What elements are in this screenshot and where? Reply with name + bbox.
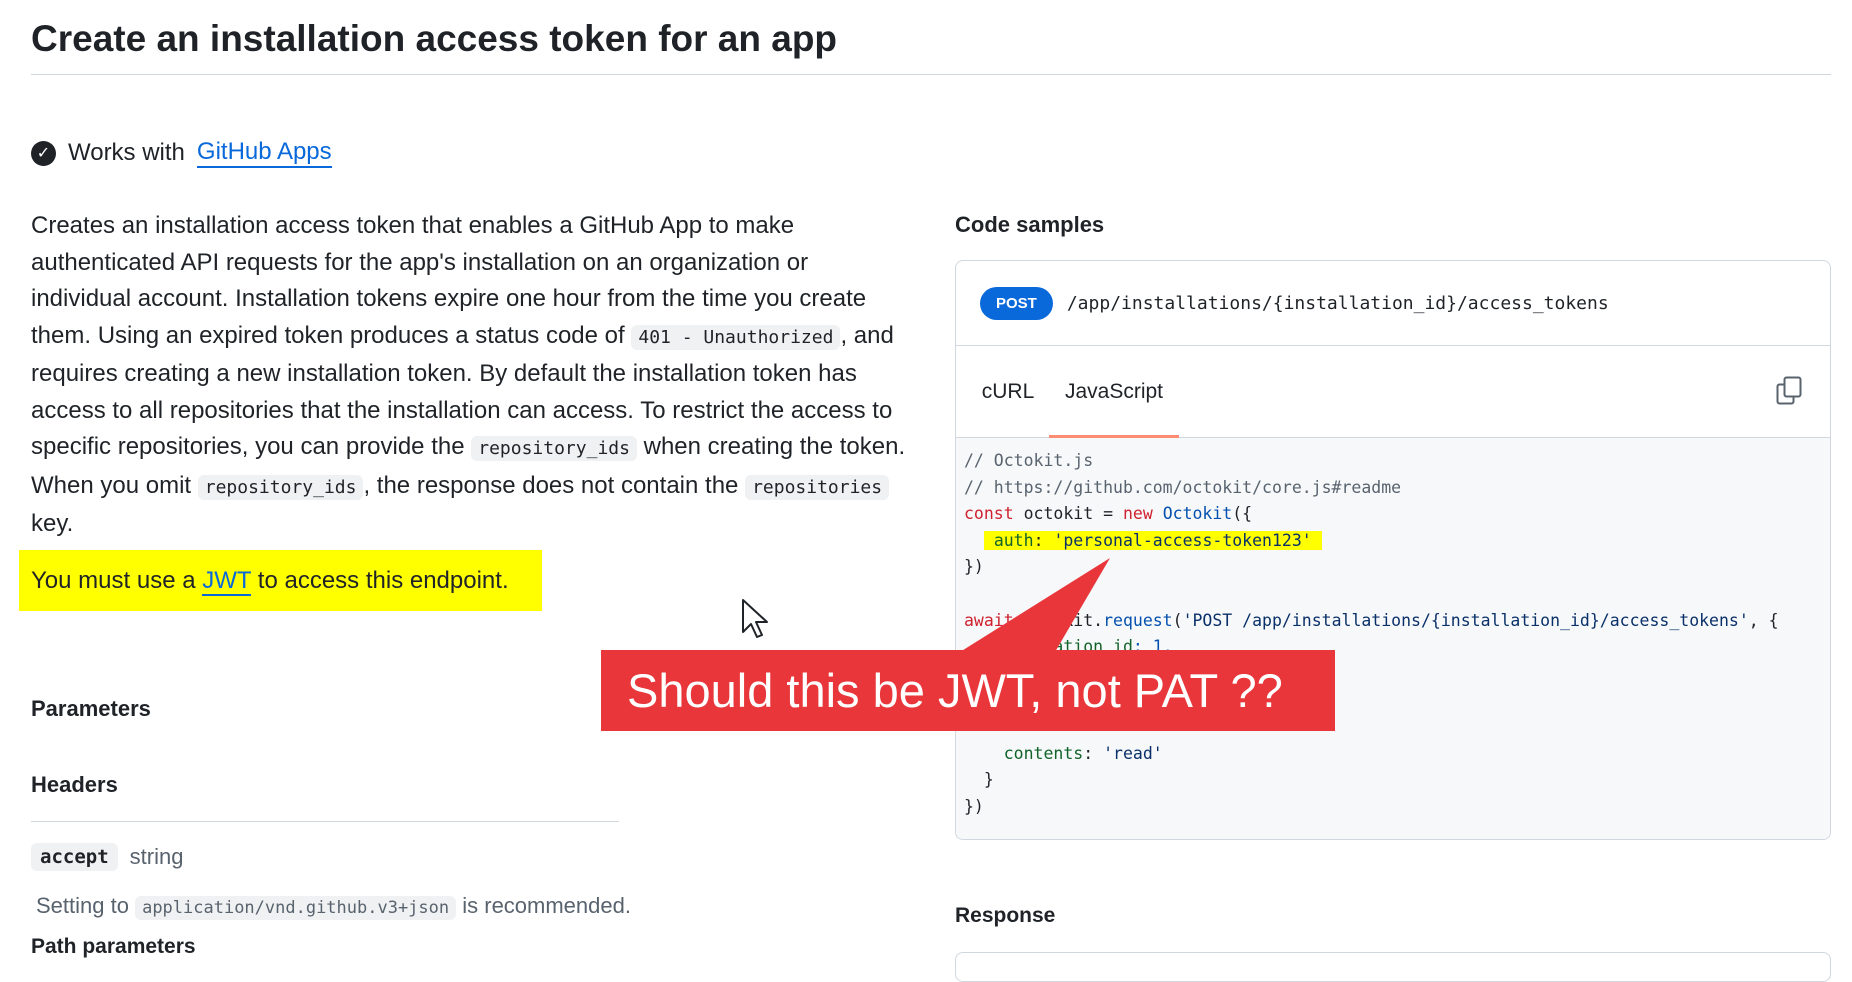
code-keyword: new xyxy=(1122,504,1153,524)
page-title: Create an installation access token for … xyxy=(31,18,838,59)
description-text: key. xyxy=(31,510,74,537)
repository-ids-code: repository_ids xyxy=(197,474,364,500)
copy-icon[interactable] xyxy=(1776,376,1802,406)
code-samples-panel: POST /app/installations/{installation_id… xyxy=(955,260,1831,840)
accept-desc-text: Setting to xyxy=(36,893,136,918)
method-badge: POST xyxy=(980,286,1053,320)
accept-param-row: accept string xyxy=(31,843,183,871)
accept-param-description: Setting to application/vnd.github.v3+jso… xyxy=(36,893,631,920)
works-with-label: Works with xyxy=(68,139,185,166)
title-divider xyxy=(31,74,1831,75)
code-text: } xyxy=(964,770,994,790)
accept-desc-code: application/vnd.github.v3+json xyxy=(135,896,457,920)
path-parameters-heading: Path parameters xyxy=(31,935,196,958)
code-keyword: const xyxy=(964,504,1014,524)
language-tabs: cURL JavaScript xyxy=(956,346,1830,438)
mouse-cursor-icon xyxy=(742,599,768,638)
accept-desc-text: is recommended. xyxy=(456,893,631,918)
code-string: 'read' xyxy=(1103,743,1163,763)
accept-param-type: string xyxy=(129,844,184,869)
code-string: 'POST /app/installations/{installation_i… xyxy=(1182,610,1749,630)
code-property: contents xyxy=(964,743,1084,763)
code-text: : xyxy=(1033,530,1054,550)
code-lines: // Octokit.js // https://github.com/octo… xyxy=(964,448,1779,820)
code-text: : xyxy=(1083,743,1104,763)
auth-token-string: 'personal-access-token123' xyxy=(1053,530,1312,550)
endpoint-description: Creates an installation access token tha… xyxy=(31,208,911,543)
description-text: , the response does not contain the xyxy=(363,471,746,499)
tab-curl[interactable]: cURL xyxy=(968,346,1048,438)
github-apps-link[interactable]: GitHub Apps xyxy=(196,138,332,168)
headers-heading: Headers xyxy=(31,772,118,797)
jwt-link[interactable]: JWT xyxy=(202,567,252,596)
parameters-heading: Parameters xyxy=(31,696,151,721)
repository-ids-code: repository_ids xyxy=(471,436,637,461)
code-text: octokit = xyxy=(1013,504,1123,524)
code-property: auth xyxy=(993,530,1034,550)
code-text: , { xyxy=(1748,610,1779,630)
code-block: // Octokit.js // https://github.com/octo… xyxy=(956,438,1830,839)
endpoint-row: POST /app/installations/{installation_id… xyxy=(956,261,1830,346)
response-heading: Response xyxy=(955,904,1056,927)
code-comment: // Octokit.js xyxy=(964,451,1094,470)
highlighted-auth-line: auth: 'personal-access-token123' xyxy=(983,530,1322,550)
check-circle-icon: ✓ xyxy=(31,140,56,166)
code-samples-heading: Code samples xyxy=(955,212,1105,237)
code-comment: // https://github.com/octokit/core.js#re… xyxy=(964,477,1402,497)
code-text: ( xyxy=(1172,610,1183,630)
jwt-note-text: to access this endpoint. xyxy=(251,567,509,594)
tab-javascript[interactable]: JavaScript xyxy=(1049,346,1179,438)
code-text: }) xyxy=(964,796,984,816)
headers-divider xyxy=(31,821,619,822)
status-code: 401 - Unauthorized xyxy=(631,324,841,350)
annotation-callout: Should this be JWT, not PAT ?? xyxy=(601,650,1335,731)
endpoint-path: /app/installations/{installation_id}/acc… xyxy=(1066,292,1609,314)
code-text: octokit. xyxy=(1013,610,1104,630)
accept-param-name: accept xyxy=(31,843,118,871)
code-function: request xyxy=(1103,610,1173,630)
code-text: ({ xyxy=(1232,504,1253,524)
code-class: Octokit xyxy=(1152,504,1233,524)
jwt-note-text: You must use a xyxy=(31,567,203,594)
code-text: }) xyxy=(964,557,984,577)
jwt-requirement-note: You must use a JWT to access this endpoi… xyxy=(19,550,542,611)
repositories-code: repositories xyxy=(745,474,890,500)
works-with-row: ✓ Works with GitHub Apps xyxy=(31,138,332,168)
response-panel xyxy=(955,952,1831,982)
code-keyword: await xyxy=(964,610,1014,630)
